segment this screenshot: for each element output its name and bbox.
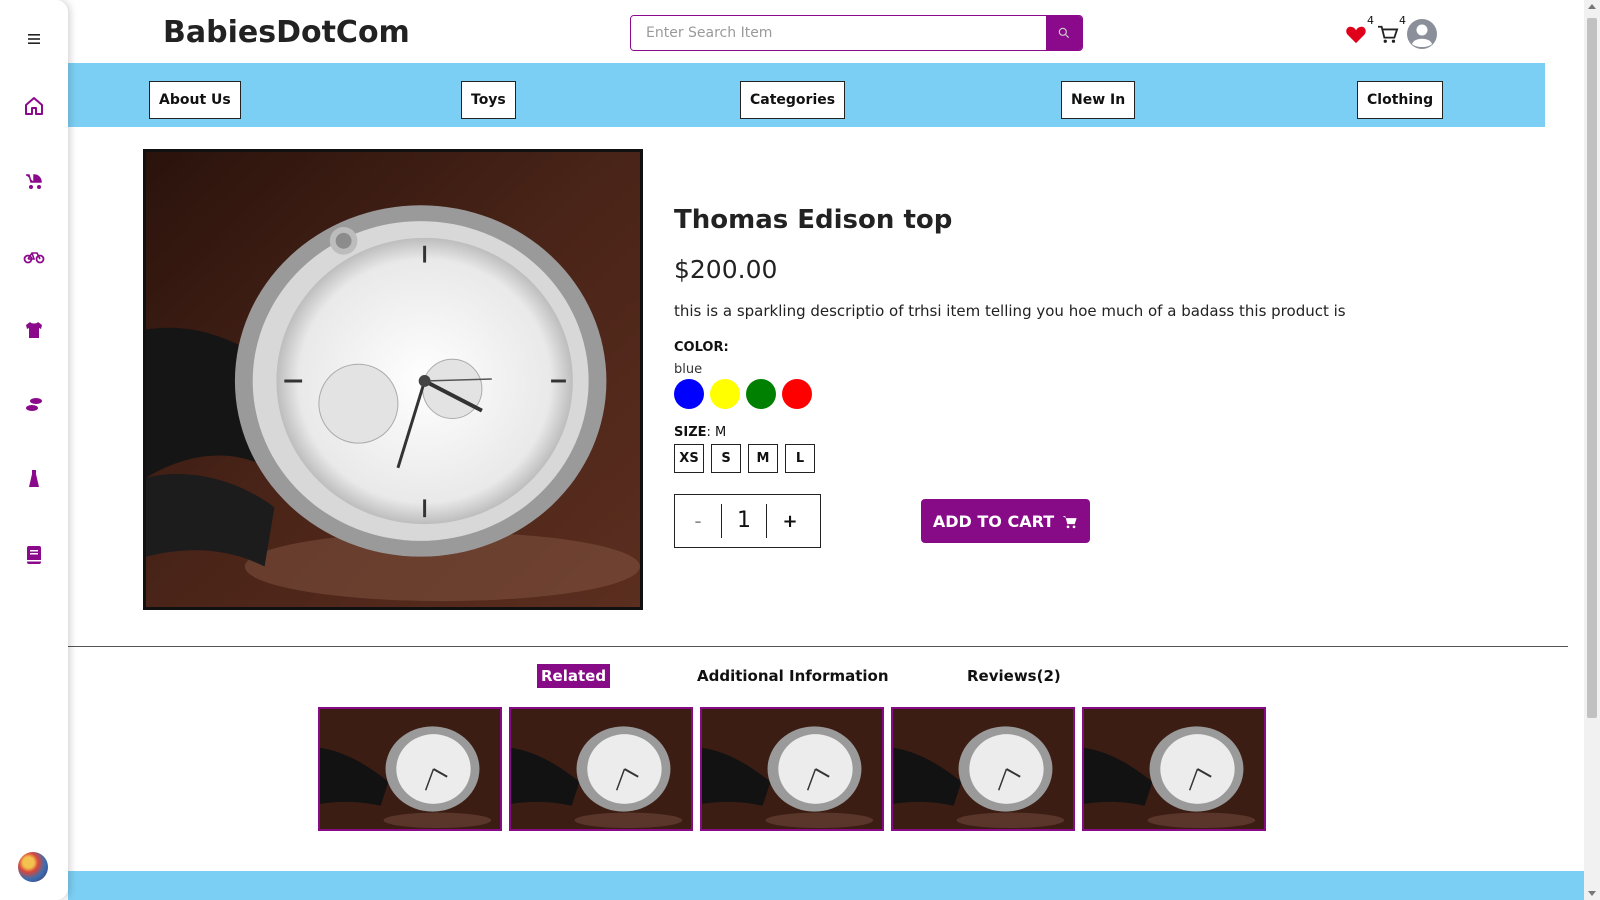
add-to-cart-label: ADD TO CART [932,511,1055,531]
scrollbar-thumb[interactable] [1587,18,1597,718]
search-button[interactable] [1046,16,1082,50]
book-icon[interactable] [18,539,50,571]
bicycle-icon[interactable] [18,240,50,272]
nav-toys[interactable]: Toys [461,81,516,119]
shirt-icon[interactable] [18,314,50,346]
shoes-icon[interactable] [18,388,50,420]
quantity-decrease-button[interactable]: - [675,509,721,533]
product-image [143,149,643,610]
size-options: XS S M L [674,444,815,473]
product-price: $200.00 [674,255,778,284]
home-icon[interactable] [18,90,50,122]
section-divider [68,646,1568,647]
tab-related[interactable]: Related [537,664,611,688]
search-icon [1058,27,1070,39]
search-input[interactable] [631,16,1046,50]
dress-icon[interactable] [18,463,50,495]
wishlist-button[interactable]: 4 [1342,14,1374,48]
related-product-thumbnail[interactable] [1082,707,1266,831]
related-product-thumbnail[interactable] [318,707,502,831]
related-product-thumbnail[interactable] [700,707,884,831]
nav-new-in[interactable]: New In [1061,81,1136,119]
cart-icon [1378,25,1399,43]
color-swatch-red[interactable] [782,379,812,409]
size-option-m[interactable]: M [748,444,778,473]
add-to-cart-button[interactable]: ADD TO CART [921,499,1090,543]
sidebar [0,0,68,900]
related-product-thumbnail[interactable] [891,707,1075,831]
cart-icon [1062,515,1077,528]
selected-color: blue [674,362,703,377]
header-icons: 4 4 [1342,14,1438,50]
quantity-increase-button[interactable]: + [767,511,813,532]
quantity-value[interactable]: 1 [721,504,767,538]
scroll-up-arrow-icon[interactable] [1588,4,1596,9]
scroll-down-arrow-icon[interactable] [1588,891,1596,896]
search-bar [630,15,1083,51]
tab-reviews[interactable]: Reviews(2) [963,664,1065,688]
vertical-scrollbar[interactable] [1584,0,1600,900]
size-option-l[interactable]: L [785,444,815,473]
color-swatch-yellow[interactable] [710,379,740,409]
account-avatar-icon[interactable] [1406,18,1438,50]
user-avatar[interactable] [18,852,48,882]
nav-categories[interactable]: Categories [740,81,846,119]
quantity-stepper: - 1 + [674,494,821,548]
category-navbar: About Us Toys Categories New In Clothing [68,63,1545,127]
brand-logo[interactable]: BabiesDotCom [163,15,410,50]
cart-count: 4 [1399,14,1406,27]
size-option-s[interactable]: S [711,444,741,473]
related-products [318,707,1266,831]
related-product-thumbnail[interactable] [509,707,693,831]
heart-icon [1346,26,1366,44]
cart-button[interactable]: 4 [1374,14,1406,48]
stroller-icon[interactable] [18,165,50,197]
size-option-xs[interactable]: XS [674,444,704,473]
nav-about-us[interactable]: About Us [149,81,241,119]
nav-clothing[interactable]: Clothing [1357,81,1444,119]
color-swatches [674,379,812,409]
color-swatch-blue[interactable] [674,379,704,409]
footer-band [68,871,1600,900]
size-label: SIZE: M [674,425,727,440]
menu-icon[interactable] [18,23,50,55]
product-title: Thomas Edison top [674,205,953,235]
wishlist-count: 4 [1367,14,1374,27]
product-description: this is a sparkling descriptio of trhsi … [674,302,1346,320]
selected-size: M [715,425,727,440]
color-swatch-green[interactable] [746,379,776,409]
tab-additional-information[interactable]: Additional Information [693,664,893,688]
color-label: COLOR: [674,340,729,355]
